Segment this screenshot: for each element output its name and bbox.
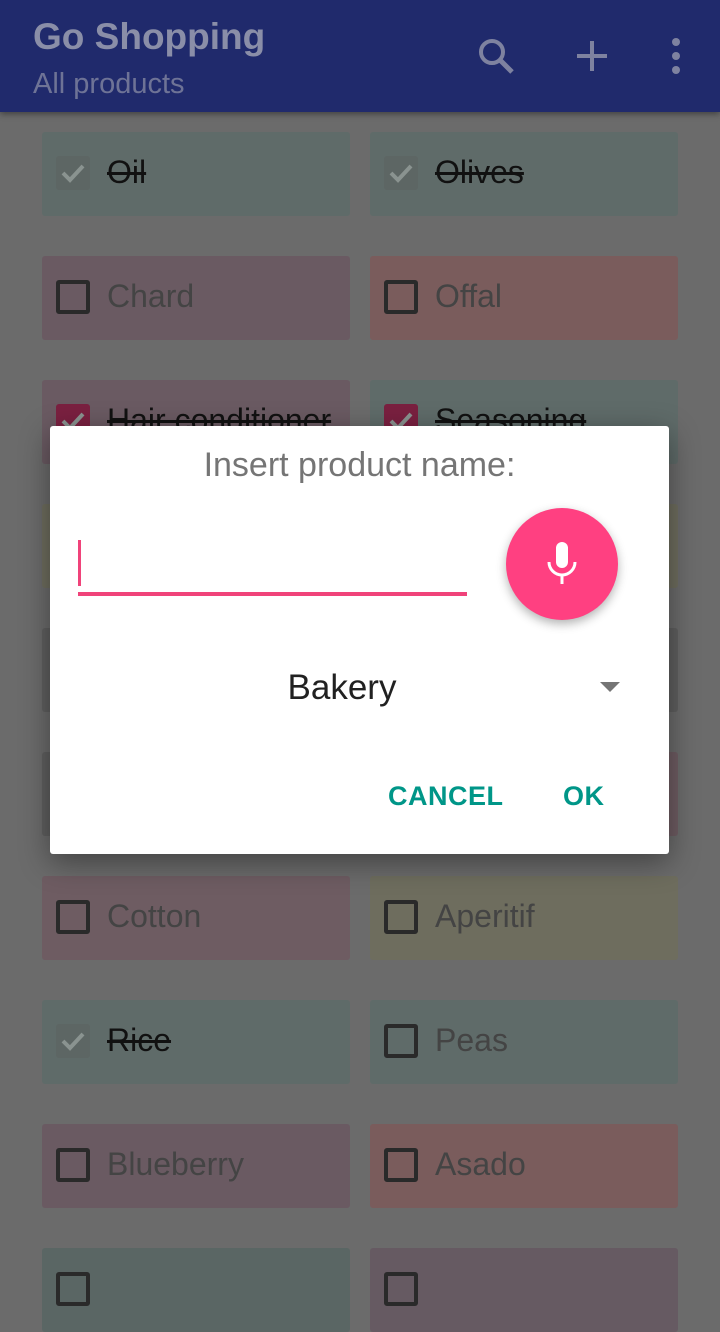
cancel-button[interactable]: CANCEL (388, 781, 504, 812)
dialog-title: Insert product name: (203, 446, 516, 484)
category-dropdown[interactable]: Bakery (80, 656, 620, 716)
insert-product-dialog: Insert product name: Bakery CANCEL OK (50, 426, 669, 854)
product-name-input[interactable] (78, 536, 467, 596)
voice-input-button[interactable] (506, 508, 618, 620)
microphone-icon (547, 542, 577, 584)
ok-button[interactable]: OK (563, 781, 605, 812)
text-caret (78, 540, 81, 586)
category-selected: Bakery (287, 668, 397, 707)
dropdown-arrow-icon (600, 682, 620, 692)
